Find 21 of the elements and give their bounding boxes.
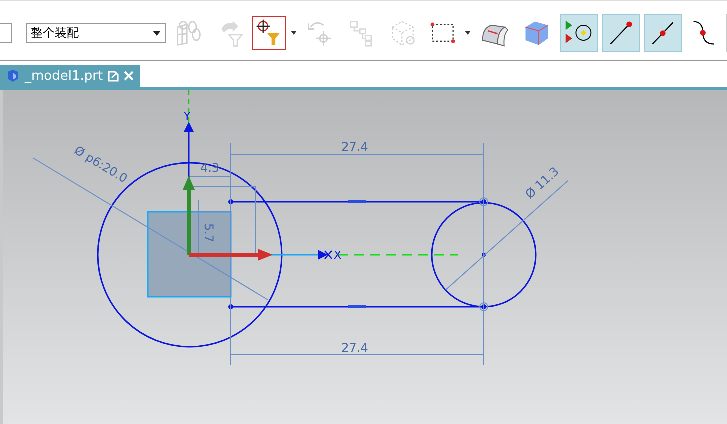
snap-arrows-button[interactable]: [560, 14, 598, 52]
caret-icon: [465, 31, 471, 36]
caret-icon: [291, 31, 297, 36]
dimension-label: 4.3: [200, 161, 220, 175]
tab-label: _model1.prt: [25, 68, 104, 84]
dimension-label: 5.7: [202, 223, 216, 243]
mid-point-button[interactable]: [644, 14, 682, 52]
y-axis-label: Y: [184, 110, 191, 123]
dropdown[interactable]: 整个装配: [26, 23, 166, 44]
caret-icon: [153, 30, 161, 36]
crosshair-funnel-button[interactable]: [254, 14, 297, 52]
close-icon[interactable]: [124, 71, 134, 81]
feature-select-icon: [174, 18, 204, 48]
dropdown-value: 整个装配: [31, 24, 79, 42]
end-point-button[interactable]: [602, 14, 640, 52]
x-axis-label: X: [334, 249, 342, 262]
crosshair-funnel-icon: [254, 18, 284, 48]
dimension-label: 27.4: [342, 341, 368, 355]
popout-icon[interactable]: [108, 70, 120, 82]
part-icon: [6, 69, 20, 83]
dimension-label: 27.4: [342, 140, 368, 154]
